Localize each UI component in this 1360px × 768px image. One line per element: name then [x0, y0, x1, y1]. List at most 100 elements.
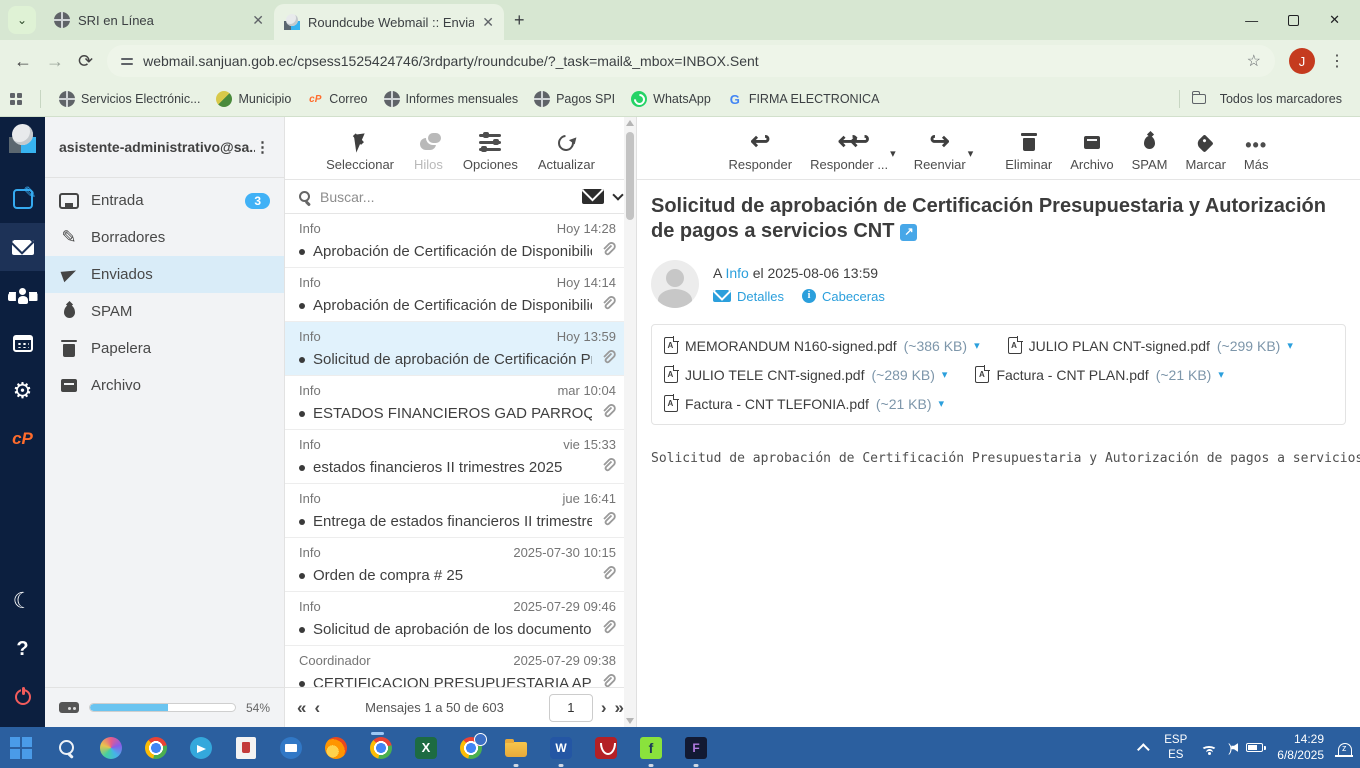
attachment-item[interactable]: Factura - CNT PLAN.pdf (~21 KB) ▾: [975, 360, 1224, 389]
message-row[interactable]: Info Hoy 14:28 Aprobación de Certificaci…: [285, 214, 624, 268]
window-close-button[interactable]: ✕: [1329, 12, 1340, 28]
acrobat-icon[interactable]: [593, 735, 619, 761]
first-page-button[interactable]: «: [297, 698, 306, 718]
notifications-bell-icon[interactable]: [1335, 742, 1353, 757]
address-bar[interactable]: webmail.sanjuan.gob.ec/cpsess1525424746/…: [107, 45, 1275, 77]
bookmark-item[interactable]: FIRMA ELECTRONICA: [719, 88, 888, 110]
account-menu-icon[interactable]: ⋮: [255, 138, 270, 156]
clock[interactable]: 14:29 6/8/2025: [1277, 732, 1324, 763]
all-bookmarks-button[interactable]: Todos los marcadores: [1212, 89, 1350, 109]
apps-grid-icon[interactable]: [10, 93, 22, 105]
folder-icon[interactable]: [503, 735, 529, 767]
folder-item[interactable]: Enviados: [45, 256, 284, 293]
tray-chevron-icon[interactable]: [1137, 743, 1151, 756]
word-icon[interactable]: [548, 735, 574, 767]
reply-all-button[interactable]: ↩↩ Responder ...: [810, 130, 888, 173]
threads-button[interactable]: Hilos: [414, 130, 443, 172]
compose-button[interactable]: [0, 175, 45, 223]
message-row[interactable]: Coordinador 2025-07-29 09:38 CERTIFICACI…: [285, 646, 624, 687]
forward-button[interactable]: →: [46, 51, 64, 72]
reply-all-menu-icon[interactable]: ▾: [890, 147, 896, 172]
profile-avatar[interactable]: J: [1289, 48, 1315, 74]
monitor-icon[interactable]: [278, 735, 304, 761]
chrome-icon[interactable]: [143, 735, 169, 761]
window-maximize-button[interactable]: [1288, 14, 1300, 26]
tab-roundcube[interactable]: Roundcube Webmail :: Enviados ✕: [274, 4, 504, 40]
folder-item[interactable]: Entrada 3: [45, 182, 284, 219]
search-input[interactable]: [320, 188, 572, 205]
reply-button[interactable]: ↩ Responder: [729, 130, 793, 173]
scroll-up-icon[interactable]: [626, 120, 634, 126]
attachment-item[interactable]: MEMORANDUM N160-signed.pdf (~386 KB) ▾: [664, 331, 980, 360]
search-scope-mail-icon[interactable]: [582, 189, 604, 204]
settings-nav-button[interactable]: ⚙: [0, 367, 45, 415]
bookmark-item[interactable]: Municipio: [208, 88, 299, 110]
new-tab-button[interactable]: +: [514, 10, 525, 31]
tab-close-icon[interactable]: ✕: [252, 12, 264, 29]
refresh-button[interactable]: Actualizar: [538, 130, 595, 172]
dark-mode-button[interactable]: ☾: [0, 577, 45, 625]
message-row[interactable]: Info Hoy 14:14 Aprobación de Certificaci…: [285, 268, 624, 322]
forward-menu-icon[interactable]: ▾: [968, 147, 974, 172]
chrome-j-icon[interactable]: [368, 731, 394, 761]
prev-page-button[interactable]: ‹: [314, 698, 320, 718]
back-button[interactable]: ←: [14, 51, 32, 72]
battery-icon[interactable]: [1246, 743, 1266, 752]
logout-button[interactable]: [0, 673, 45, 721]
forward-button[interactable]: ↪ Reenviar: [914, 130, 966, 173]
message-row[interactable]: Info jue 16:41 Entrega de estados financ…: [285, 484, 624, 538]
last-page-button[interactable]: »: [615, 698, 624, 718]
attachment-menu-icon[interactable]: ▾: [942, 368, 948, 381]
headers-toggle[interactable]: i Cabeceras: [801, 289, 885, 304]
scrollbar-thumb[interactable]: [626, 132, 634, 220]
chrome-gear-icon[interactable]: [458, 732, 487, 761]
window-minimize-button[interactable]: —: [1245, 13, 1258, 28]
message-row[interactable]: Info 2025-07-29 09:46 Solicitud de aprob…: [285, 592, 624, 646]
scroll-down-icon[interactable]: [626, 718, 634, 724]
recycle-icon[interactable]: [233, 735, 259, 761]
help-button[interactable]: ?: [0, 625, 45, 673]
delete-button[interactable]: Eliminar: [1005, 130, 1052, 172]
f-dark-icon[interactable]: [683, 735, 709, 767]
attachment-menu-icon[interactable]: ▾: [1287, 339, 1293, 352]
bookmark-item[interactable]: WhatsApp: [623, 88, 719, 110]
search-options-chevron-icon[interactable]: [612, 188, 624, 201]
language-indicator[interactable]: ESP ES: [1164, 733, 1187, 762]
site-settings-icon[interactable]: [121, 57, 134, 65]
message-row[interactable]: Info mar 10:04 ESTADOS FINANCIEROS GAD P…: [285, 376, 624, 430]
attachment-menu-icon[interactable]: ▾: [974, 339, 980, 352]
bookmark-item[interactable]: Informes mensuales: [376, 88, 527, 110]
tab-sri[interactable]: SRI en Línea ✕: [44, 3, 274, 37]
bookmark-item[interactable]: Correo: [299, 88, 375, 110]
attachment-menu-icon[interactable]: ▾: [1218, 368, 1224, 381]
open-in-new-window-icon[interactable]: ↗: [900, 224, 918, 241]
recipient-link[interactable]: Info: [725, 265, 748, 281]
message-row[interactable]: Info Hoy 13:59 Solicitud de aprobación d…: [285, 322, 624, 376]
folder-item[interactable]: Archivo: [45, 367, 284, 404]
page-number-input[interactable]: [548, 693, 593, 722]
telegram-icon[interactable]: [188, 735, 214, 761]
attachment-item[interactable]: JULIO TELE CNT-signed.pdf (~289 KB) ▾: [664, 360, 947, 389]
start-icon[interactable]: [8, 735, 34, 761]
copilot-icon[interactable]: [98, 735, 124, 761]
attachment-item[interactable]: Factura - CNT TLEFONIA.pdf (~21 KB) ▾: [664, 389, 944, 418]
archive-button[interactable]: Archivo: [1070, 130, 1114, 172]
bookmark-star-icon[interactable]: ☆: [1247, 51, 1261, 71]
tab-close-icon[interactable]: ✕: [482, 14, 494, 31]
folder-item[interactable]: SPAM: [45, 293, 284, 330]
contacts-nav-button[interactable]: [0, 271, 45, 319]
wifi-icon[interactable]: [1201, 745, 1218, 755]
attachment-item[interactable]: JULIO PLAN CNT-signed.pdf (~299 KB) ▾: [1007, 331, 1293, 360]
mark-button[interactable]: Marcar: [1185, 130, 1226, 172]
message-row[interactable]: Info 2025-07-30 10:15 Orden de compra # …: [285, 538, 624, 592]
more-button[interactable]: ••• Más: [1244, 130, 1269, 172]
bookmark-item[interactable]: Pagos SPI: [526, 88, 623, 110]
details-toggle[interactable]: Detalles: [713, 289, 784, 304]
folder-item[interactable]: Borradores: [45, 219, 284, 256]
message-row[interactable]: Info vie 15:33 estados financieros II tr…: [285, 430, 624, 484]
f-green-icon[interactable]: [638, 735, 664, 767]
search-icon[interactable]: [53, 735, 79, 761]
list-scrollbar[interactable]: [624, 117, 636, 727]
folder-item[interactable]: Papelera: [45, 330, 284, 367]
firefox-icon[interactable]: [323, 735, 349, 761]
